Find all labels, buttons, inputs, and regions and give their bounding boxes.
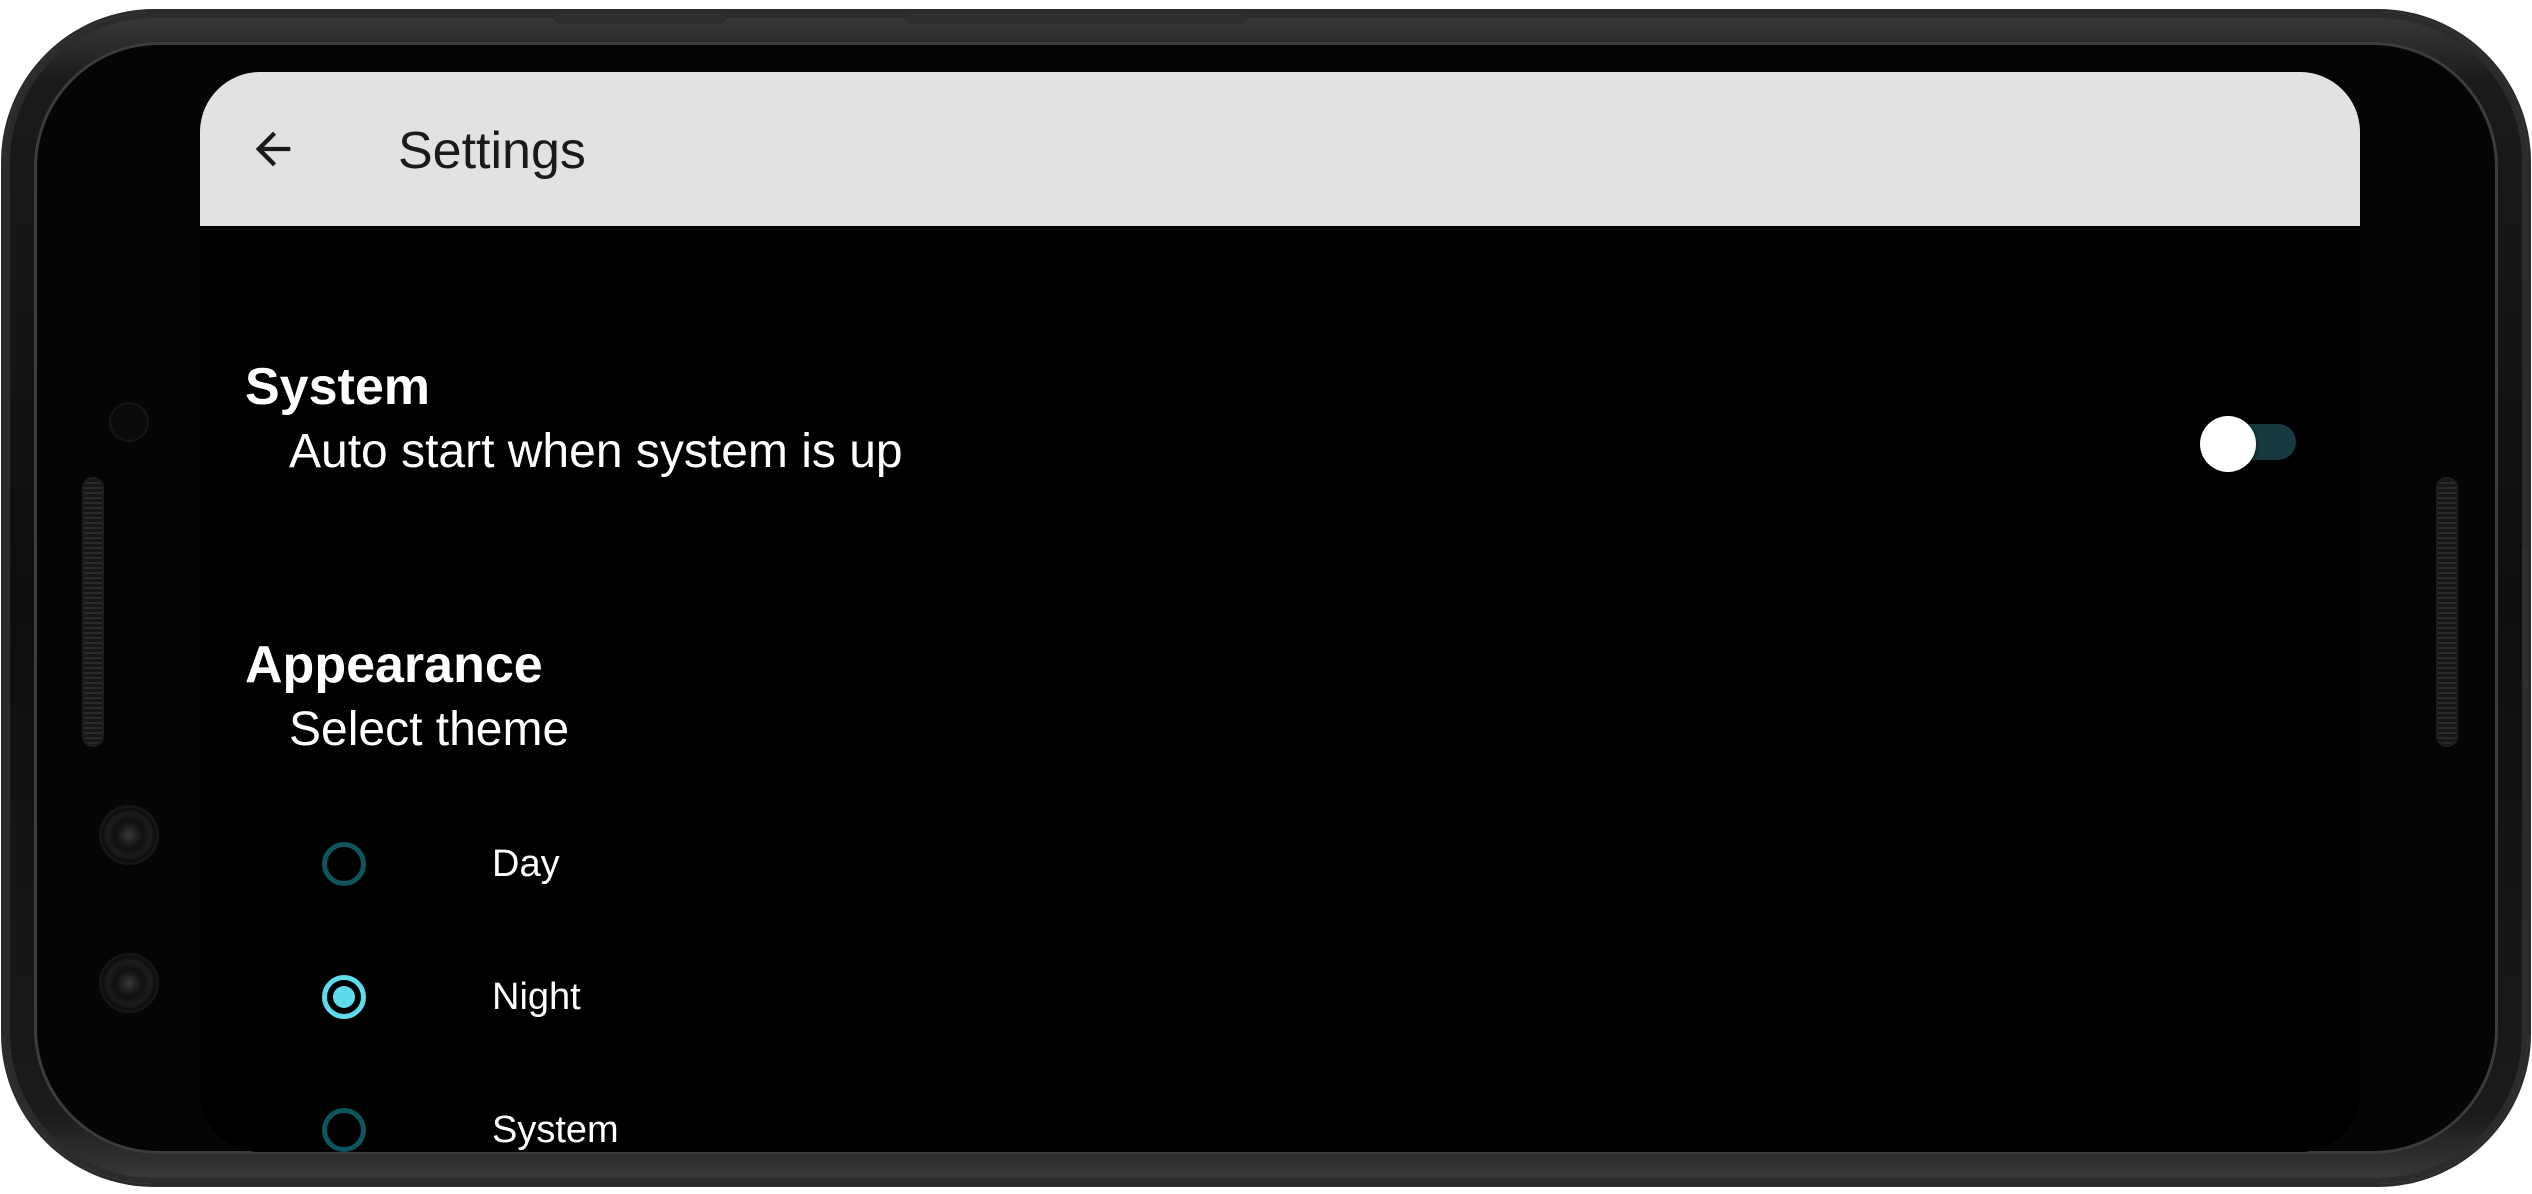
device-stage: Settings System Auto start when system i… (0, 0, 2532, 1194)
front-camera-secondary (102, 956, 156, 1010)
side-button (2522, 547, 2528, 687)
theme-option-night[interactable]: Night (318, 955, 1018, 1039)
theme-option-system[interactable]: System (318, 1088, 1018, 1152)
speaker-grille-left (82, 477, 104, 747)
section-header-appearance: Appearance (245, 636, 543, 694)
select-theme-label: Select theme (289, 703, 570, 756)
speaker-grille-right (2436, 477, 2458, 747)
auto-start-label: Auto start when system is up (289, 425, 903, 478)
volume-button (554, 12, 726, 24)
page-title: Settings (398, 122, 586, 180)
arrow-back-icon (255, 131, 291, 167)
proximity-sensor (109, 402, 149, 442)
theme-option-day[interactable]: Day (318, 822, 1018, 906)
settings-content: System Auto start when system is up Appe… (200, 226, 2360, 1152)
section-header-system: System (245, 358, 430, 416)
front-camera (102, 808, 156, 862)
power-button (904, 12, 1248, 24)
app-bar: Settings (200, 72, 2360, 226)
theme-option-label: System (492, 1109, 619, 1151)
theme-option-label: Day (492, 843, 560, 885)
radio-button[interactable] (322, 1108, 366, 1152)
radio-button[interactable] (322, 975, 366, 1019)
auto-start-switch[interactable] (2200, 412, 2296, 472)
switch-thumb (2200, 416, 2256, 472)
phone-frame: Settings System Auto start when system i… (4, 12, 2528, 1184)
back-button[interactable] (238, 114, 308, 184)
radio-button[interactable] (322, 842, 366, 886)
device-screen: Settings System Auto start when system i… (200, 72, 2360, 1152)
radio-dot (333, 986, 355, 1008)
theme-option-label: Night (492, 976, 581, 1018)
